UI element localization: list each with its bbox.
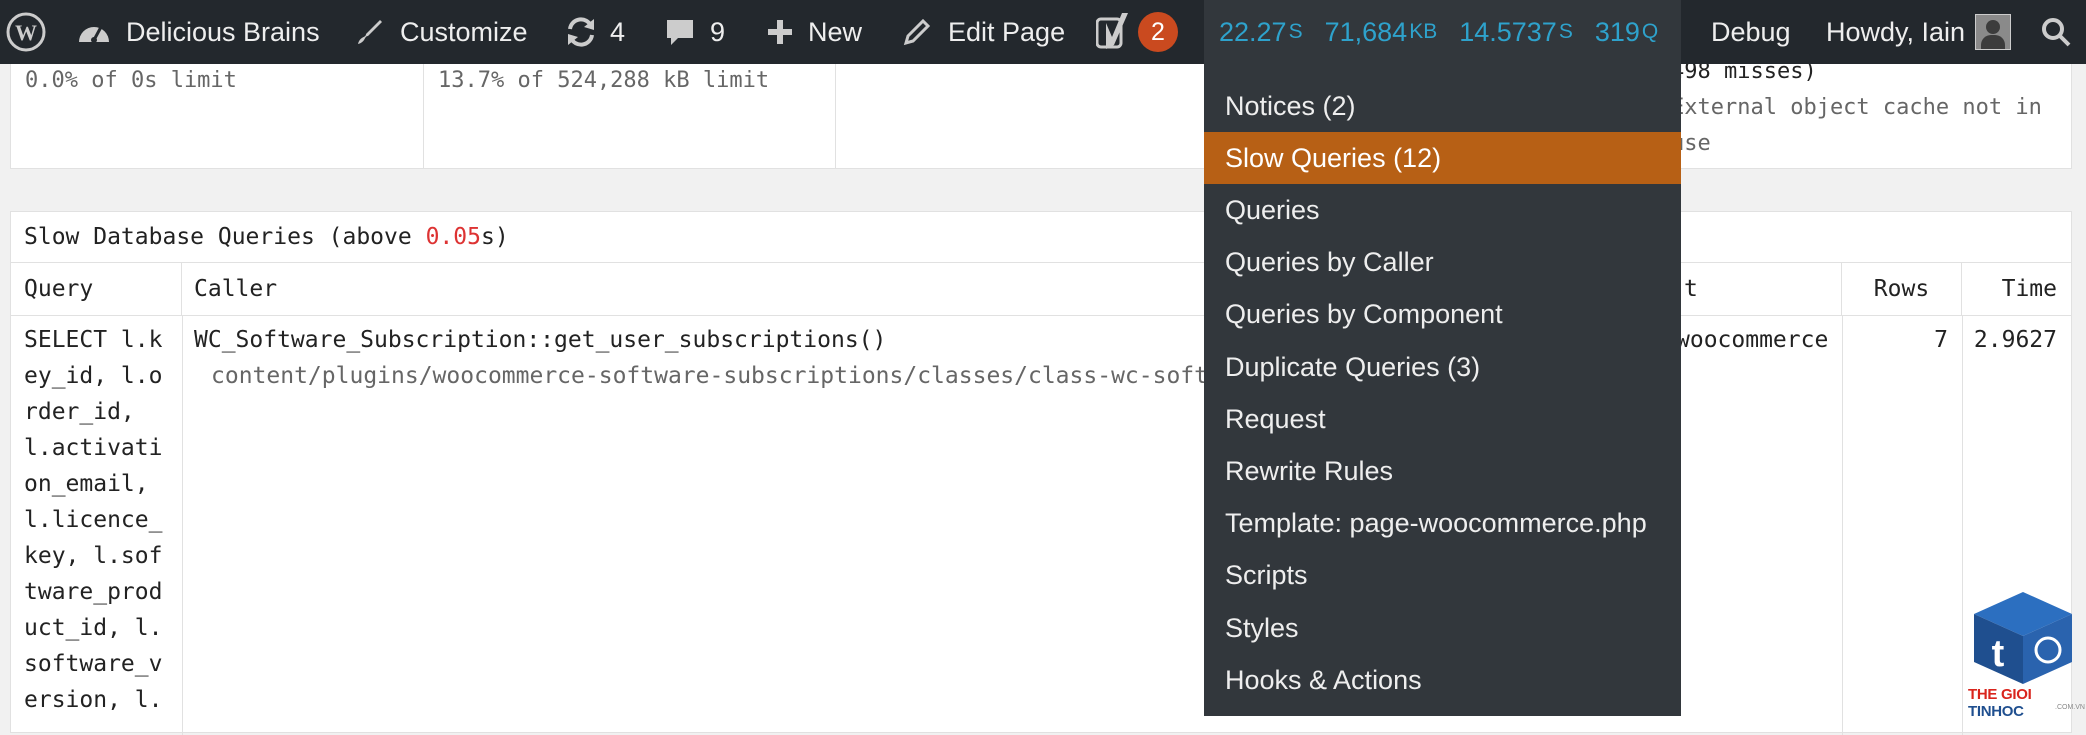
query-text-line: software_v — [24, 651, 163, 677]
updates-refresh-icon — [568, 17, 594, 47]
qm-db-time-unit: S — [1558, 20, 1573, 43]
column-header-time[interactable]: Time — [1962, 263, 2071, 315]
query-text-line: SELECT l.k — [24, 327, 163, 353]
qm-menu-item[interactable]: Scripts — [1204, 550, 1681, 602]
column-divider — [182, 315, 183, 735]
plus-icon — [768, 20, 792, 44]
thegioitinhoc-watermark: t THE GIOI TINHOC .COM.VN — [1960, 588, 2086, 720]
qm-menu-item[interactable]: Queries by Component — [1204, 289, 1681, 341]
qm-menu-item[interactable]: Hooks & Actions — [1204, 654, 1681, 706]
query-text-line: tware_prod — [24, 579, 163, 605]
caller-file-link[interactable]: content/plugins/woocommerce-software-sub… — [194, 358, 1250, 394]
user-account-menu[interactable]: Howdy, Iain — [1826, 0, 2012, 64]
time-cell: 2.9627 — [1973, 327, 2057, 353]
overview-database-cell — [836, 64, 1248, 168]
brush-icon — [358, 20, 382, 44]
qm-query-count: 319 — [1594, 16, 1640, 47]
howdy-label: Howdy, Iain — [1826, 16, 1966, 47]
qm-menu-item[interactable]: Template: page-woocommerce.php — [1204, 498, 1681, 550]
qm-memory: 71,684 — [1324, 16, 1408, 47]
cache-note-line-1: External object cache not in — [1671, 95, 2042, 120]
column-header-rows[interactable]: Rows — [1842, 263, 1962, 315]
rows-cell: 7 — [1934, 327, 1948, 353]
slow-queries-panel: Slow Database Queries (above 0.05 s) Quer… — [10, 211, 2072, 735]
table-header-row: Query Caller t Rows Time — [11, 263, 2071, 316]
qm-menu-item[interactable]: Rewrite Rules — [1204, 445, 1681, 497]
watermark-brand-b: TINHOC — [1968, 703, 2024, 720]
svg-text:W: W — [15, 20, 37, 45]
site-name-menu[interactable]: Delicious Brains — [76, 0, 320, 64]
cube-logo-icon: t — [1974, 592, 2072, 684]
updates-menu[interactable]: 4 — [564, 0, 625, 64]
query-text-line: on_email, — [24, 471, 149, 497]
overview-cache-cell: 498 misses) External object cache not in… — [1671, 54, 2042, 162]
overview-memory-cell: 13.7% of 524,288 kB limit — [424, 64, 836, 168]
comments-count: 9 — [710, 16, 726, 47]
query-text-line: key, l.sof — [24, 543, 163, 569]
qm-menu-item[interactable]: Queries by Caller — [1204, 237, 1681, 289]
customize-menu[interactable]: Customize — [354, 0, 528, 64]
title-prefix: Slow Database Queries (above — [24, 224, 426, 250]
site-name-label: Delicious Brains — [126, 16, 320, 47]
edit-page-link[interactable]: Edit Page — [902, 0, 1065, 64]
overview-time-cell: 0.0% of 0s limit — [11, 64, 424, 168]
qm-menu-item[interactable]: Duplicate Queries (3) — [1204, 341, 1681, 393]
new-label: New — [808, 16, 863, 47]
customize-label: Customize — [400, 16, 528, 47]
qm-db-time: 14.5737 — [1459, 16, 1557, 47]
yoast-notification-badge: 2 — [1138, 12, 1178, 52]
yoast-logo-icon — [1096, 13, 1128, 49]
caller-cell: WC_Software_Subscription::get_user_subsc… — [194, 322, 1250, 394]
threshold-value: 0.05 — [425, 224, 481, 250]
comments-menu[interactable]: 9 — [664, 0, 725, 64]
debug-menu[interactable]: Debug — [1711, 0, 1791, 64]
qm-menu-item[interactable]: Styles — [1204, 602, 1681, 654]
qm-page-time-unit: S — [1288, 20, 1303, 43]
avatar — [1975, 14, 2012, 50]
query-text-line: ersion, l. — [24, 687, 163, 713]
qm-overview-panel: 0.0% of 0s limit 13.7% of 524,288 kB lim… — [10, 59, 2072, 169]
cache-note-line-2: use — [1671, 131, 1711, 156]
watermark-domain: .COM.VN — [2055, 704, 2085, 711]
svg-text:t: t — [1992, 633, 2005, 675]
yoast-seo-menu[interactable]: 2 — [1096, 0, 1178, 64]
debug-label: Debug — [1711, 16, 1791, 47]
caller-function: WC_Software_Subscription::get_user_subsc… — [194, 327, 887, 353]
new-content-menu[interactable]: New — [766, 0, 862, 64]
column-header-component[interactable]: t — [1672, 263, 1842, 315]
component-cell: woocommerce — [1676, 327, 1829, 353]
query-text-line: uct_id, l. — [24, 615, 163, 641]
qm-memory-unit: KB — [1409, 20, 1438, 43]
dashboard-gauge-icon — [79, 26, 109, 43]
query-text-line: ey_id, l.o — [24, 363, 163, 389]
query-text-line: l.activati — [24, 435, 163, 461]
column-header-query[interactable]: Query — [11, 263, 182, 315]
qm-menu-item[interactable]: Notices (2) — [1204, 80, 1681, 132]
query-text-line: rder_id, — [24, 399, 135, 425]
admin-bar: W Delicious Brains Customize 4 9 New Edi… — [0, 0, 2086, 64]
query-text-line: l.licence_ — [24, 507, 163, 533]
title-suffix: s) — [480, 224, 509, 250]
time-limit-text: 0.0% of 0s limit — [25, 68, 237, 93]
query-cell: SELECT l.k ey_id, l.o rder_id, l.activati on… — [24, 322, 162, 718]
qm-menu-item[interactable]: Request — [1204, 393, 1681, 445]
watermark-brand-a: THE GIOI — [1968, 686, 2032, 703]
edit-page-label: Edit Page — [948, 16, 1066, 47]
qm-page-time: 22.27 — [1219, 16, 1287, 47]
column-divider — [1842, 315, 1843, 735]
pencil-icon — [903, 18, 931, 46]
memory-limit-text: 13.7% of 524,288 kB limit — [438, 68, 770, 93]
comment-bubble-icon — [667, 20, 693, 45]
search-icon[interactable] — [2040, 0, 2072, 64]
query-monitor-menu[interactable]: 22.27 S 71,684 KB 14.5737 S 319 Q — [1204, 0, 1681, 64]
qm-menu-item[interactable]: Slow Queries (12) — [1204, 132, 1681, 185]
updates-count: 4 — [610, 16, 626, 47]
wordpress-logo-icon[interactable]: W — [6, 0, 46, 64]
qm-menu-item[interactable]: Queries — [1204, 184, 1681, 236]
query-monitor-dropdown: Notices (2) Slow Queries (12) Queries Queri… — [1204, 64, 1681, 716]
qm-query-unit: Q — [1641, 20, 1659, 43]
panel-title: Slow Database Queries (above 0.05 s) — [11, 212, 2071, 263]
